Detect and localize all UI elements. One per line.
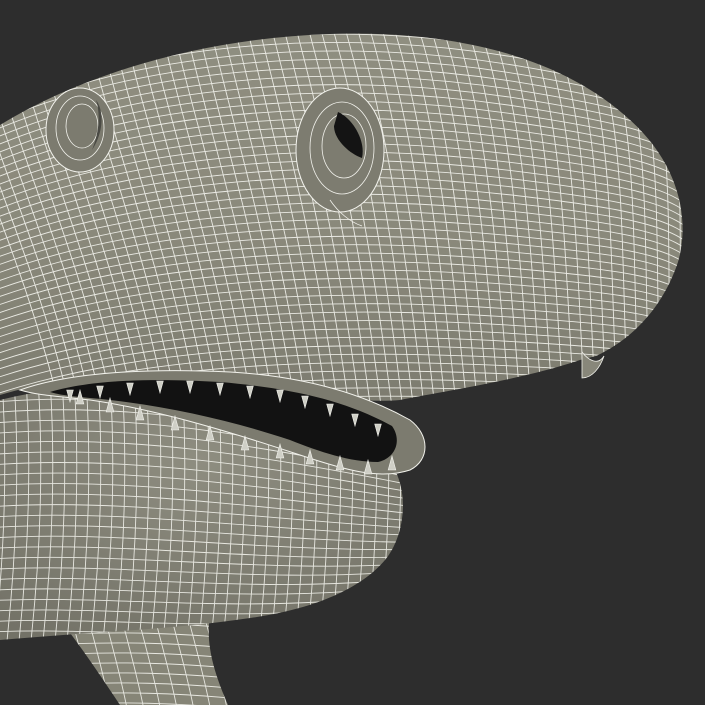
render-viewport: [0, 0, 705, 705]
shark-head-wireframe-render: [0, 0, 705, 705]
left-nostril: [45, 87, 115, 173]
